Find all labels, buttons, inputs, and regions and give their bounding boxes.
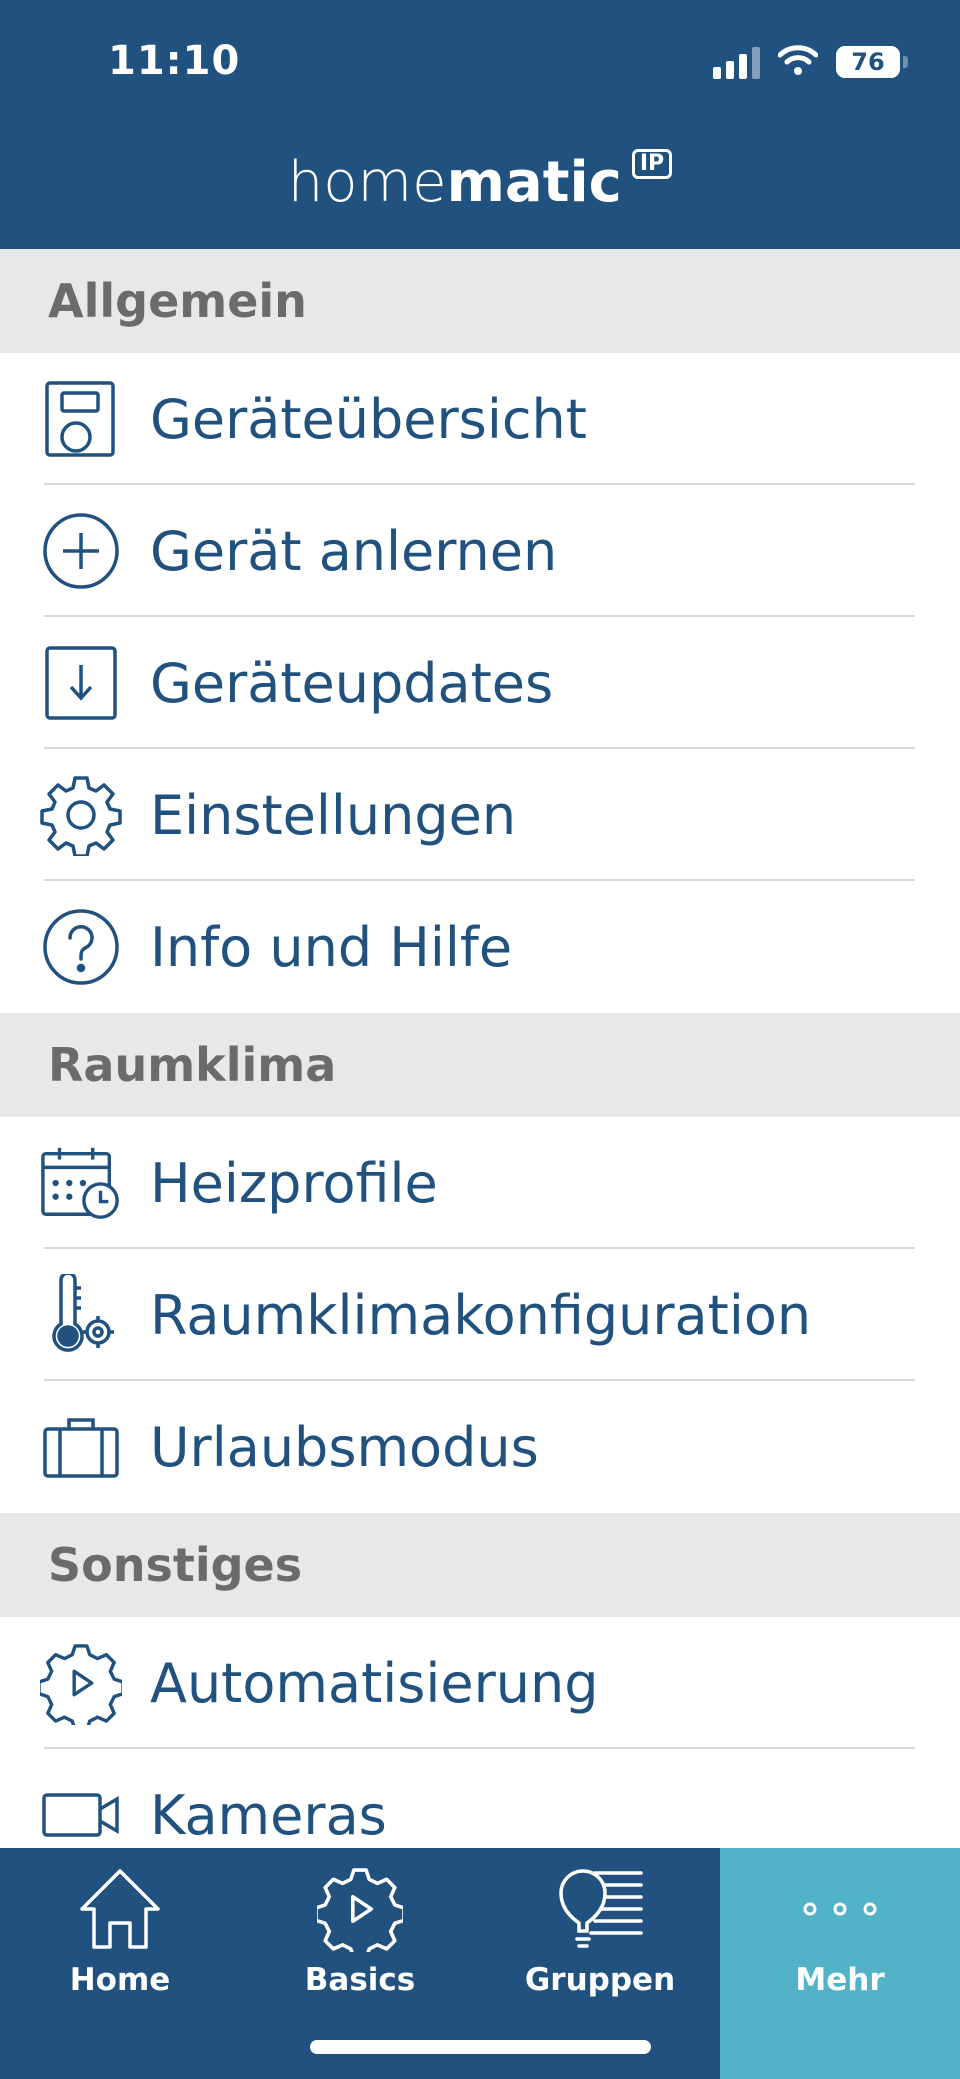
menu-item-label: Info und Hilfe xyxy=(150,915,513,979)
thermometer-gear-icon xyxy=(40,1274,122,1356)
menu-item-geraeteuebersicht[interactable]: Geräteübersicht xyxy=(0,353,960,485)
menu-item-heizprofile[interactable]: Heizprofile xyxy=(0,1117,960,1249)
bulb-lines-icon xyxy=(555,1864,645,1954)
menu-item-label: Einstellungen xyxy=(150,783,517,847)
section-title: Raumklima xyxy=(48,1038,337,1092)
tab-label: Basics xyxy=(304,1962,416,1998)
help-circle-icon xyxy=(40,906,122,988)
menu-item-label: Raumklimakonfiguration xyxy=(150,1283,812,1347)
calendar-clock-icon xyxy=(40,1142,122,1224)
tab-label: Home xyxy=(69,1962,171,1998)
menu-item-info-und-hilfe[interactable]: Info und Hilfe xyxy=(0,881,960,1013)
camera-icon xyxy=(40,1774,122,1848)
more-dots-icon xyxy=(795,1864,885,1954)
status-icons: 76 xyxy=(713,44,908,80)
section-header-sonstiges: Sonstiges xyxy=(0,1513,960,1617)
menu-item-label: Automatisierung xyxy=(150,1651,599,1715)
house-icon xyxy=(75,1864,165,1954)
menu-item-label: Gerät anlernen xyxy=(150,519,558,583)
menu-item-label: Urlaubsmodus xyxy=(150,1415,539,1479)
add-circle-icon xyxy=(40,510,122,592)
wifi-icon xyxy=(777,44,819,80)
logo-badge: IP xyxy=(631,149,673,179)
home-indicator xyxy=(310,2040,651,2054)
menu-item-geraeteupdates[interactable]: Geräteupdates xyxy=(0,617,960,749)
suitcase-icon xyxy=(40,1406,122,1488)
section-header-allgemein: Allgemein xyxy=(0,249,960,353)
logo-text-home: home xyxy=(287,150,447,215)
tab-label: Gruppen xyxy=(524,1962,676,1998)
gear-play-icon xyxy=(40,1642,122,1725)
section-title: Allgemein xyxy=(48,274,307,328)
download-icon xyxy=(40,642,122,724)
tab-mehr[interactable]: Mehr xyxy=(720,1848,960,2079)
menu-item-urlaubsmodus[interactable]: Urlaubsmodus xyxy=(0,1381,960,1513)
section-title: Sonstiges xyxy=(48,1538,303,1592)
gear-icon xyxy=(40,774,122,856)
tab-label: Mehr xyxy=(795,1962,885,1998)
device-overview-icon xyxy=(40,378,122,460)
app-logo: homematic IP xyxy=(0,149,960,211)
menu-list[interactable]: Allgemein Geräteübersicht Gerät anlernen… xyxy=(0,249,960,1848)
status-time: 11:10 xyxy=(108,38,241,84)
menu-item-kameras[interactable]: Kameras xyxy=(0,1749,960,1848)
menu-item-label: Geräteübersicht xyxy=(150,387,587,451)
tab-home[interactable]: Home xyxy=(0,1848,240,2079)
menu-item-label: Heizprofile xyxy=(150,1151,438,1215)
menu-item-label: Kameras xyxy=(150,1783,387,1847)
menu-item-einstellungen[interactable]: Einstellungen xyxy=(0,749,960,881)
menu-item-geraet-anlernen[interactable]: Gerät anlernen xyxy=(0,485,960,617)
menu-item-automatisierung[interactable]: Automatisierung xyxy=(0,1617,960,1749)
signal-icon xyxy=(713,45,760,79)
section-header-raumklima: Raumklima xyxy=(0,1013,960,1117)
gear-play-icon xyxy=(315,1864,405,1954)
menu-item-label: Geräteupdates xyxy=(150,651,554,715)
menu-item-raumklimakonfiguration[interactable]: Raumklimakonfiguration xyxy=(0,1249,960,1381)
app-header: 11:10 76 homematic IP xyxy=(0,0,960,249)
logo-text-matic: matic xyxy=(446,150,622,215)
battery-icon: 76 xyxy=(836,46,908,78)
battery-level: 76 xyxy=(851,48,885,76)
